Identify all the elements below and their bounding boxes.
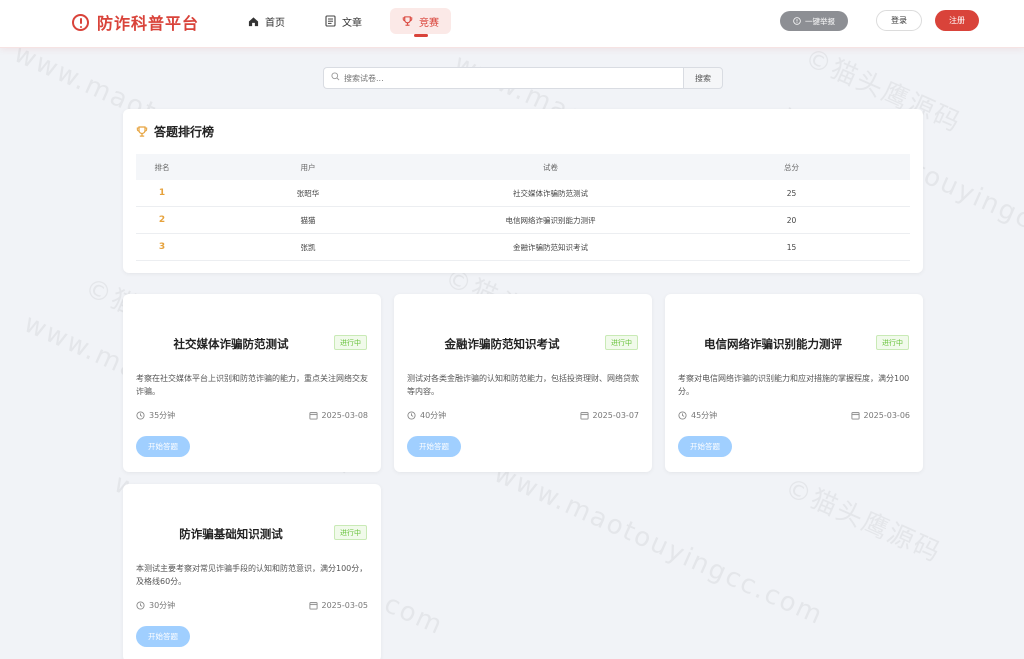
paper-cell: 金融诈骗防范知识考试 xyxy=(513,242,588,252)
quiz-card: 社交媒体诈骗防范测试 进行中 考察在社交媒体平台上识别和防范诈骗的能力，重点关注… xyxy=(123,294,381,472)
status-badge: 进行中 xyxy=(334,335,367,350)
site-logo[interactable]: 防诈科普平台 xyxy=(72,10,199,34)
quick-report-label: 一键举报 xyxy=(805,16,835,26)
calendar-icon xyxy=(579,411,589,420)
quick-report-button[interactable]: 一键举报 xyxy=(780,11,848,31)
quiz-card: 防诈骗基础知识测试 进行中 本测试主要考察对常见诈骗手段的认知和防范意识，满分1… xyxy=(123,484,381,659)
start-quiz-button[interactable]: 开始答题 xyxy=(136,436,190,457)
date: 2025-03-06 xyxy=(850,410,911,421)
rank-cell: 3 xyxy=(158,242,166,252)
duration-text: 40分钟 xyxy=(420,411,447,420)
nav-item-competition[interactable]: 竞赛 xyxy=(390,8,451,37)
login-button[interactable]: 登录 xyxy=(876,10,922,31)
date-text: 2025-03-08 xyxy=(321,411,369,420)
quiz-title: 防诈骗基础知识测试 xyxy=(179,527,283,541)
leaderboard-panel: 答题排行榜 排名 用户 试卷 总分 1 张昭华 社交媒体诈骗防范测试 25 2 … xyxy=(123,109,923,273)
date-text: 2025-03-07 xyxy=(592,411,640,420)
quiz-meta: 30分钟 2025-03-05 xyxy=(136,600,368,611)
search-field-wrap xyxy=(323,67,683,89)
column-header-rank: 排名 xyxy=(154,162,170,172)
date: 2025-03-05 xyxy=(308,600,369,611)
start-quiz-button[interactable]: 开始答题 xyxy=(678,436,732,457)
quiz-meta: 40分钟 2025-03-07 xyxy=(407,410,639,421)
table-row: 3 张凯 金融诈骗防范知识考试 15 xyxy=(136,234,910,261)
register-button[interactable]: 注册 xyxy=(935,10,979,31)
user-cell: 张昭华 xyxy=(296,188,320,198)
duration: 45分钟 xyxy=(678,410,717,421)
date-text: 2025-03-05 xyxy=(321,601,369,610)
quiz-description: 考察对电信网络诈骗的识别能力和应对措施的掌握程度，满分100分。 xyxy=(678,374,910,396)
quiz-card: 电信网络诈骗识别能力测评 进行中 考察对电信网络诈骗的识别能力和应对措施的掌握程… xyxy=(665,294,923,472)
quiz-meta: 35分钟 2025-03-08 xyxy=(136,410,368,421)
user-cell: 猫猫 xyxy=(300,215,316,225)
calendar-icon xyxy=(308,411,318,420)
paper-cell: 社交媒体诈骗防范测试 xyxy=(513,188,588,198)
trophy-icon xyxy=(136,125,148,138)
status-badge: 进行中 xyxy=(605,335,638,350)
quiz-title: 金融诈骗防范知识考试 xyxy=(444,337,560,351)
trophy-icon xyxy=(402,15,413,27)
search-bar: 搜索 xyxy=(323,67,723,89)
rank-cell: 1 xyxy=(158,188,166,198)
quiz-description: 考察在社交媒体平台上识别和防范诈骗的能力，重点关注网络交友诈骗。 xyxy=(136,374,368,396)
search-input[interactable] xyxy=(344,73,644,83)
duration: 40分钟 xyxy=(407,410,446,421)
user-cell: 张凯 xyxy=(300,242,316,252)
clock-icon xyxy=(678,411,687,420)
paper-cell: 电信网络诈骗识别能力测评 xyxy=(505,215,596,225)
table-row: 2 猫猫 电信网络诈骗识别能力测评 20 xyxy=(136,207,910,234)
site-name: 防诈科普平台 xyxy=(97,14,200,33)
quiz-description: 测试对各类金融诈骗的认知和防范能力，包括投资理财、网络贷款等内容。 xyxy=(407,374,639,396)
quiz-card: 金融诈骗防范知识考试 进行中 测试对各类金融诈骗的认知和防范能力，包括投资理财、… xyxy=(394,294,652,472)
leaderboard-table: 排名 用户 试卷 总分 1 张昭华 社交媒体诈骗防范测试 25 2 猫猫 电信网… xyxy=(136,154,910,261)
column-header-score: 总分 xyxy=(784,162,799,172)
date-text: 2025-03-06 xyxy=(863,411,911,420)
column-header-user: 用户 xyxy=(300,162,316,172)
date: 2025-03-07 xyxy=(579,410,640,421)
status-badge: 进行中 xyxy=(876,335,909,350)
search-icon xyxy=(331,72,340,84)
duration-text: 35分钟 xyxy=(149,411,176,420)
duration: 35分钟 xyxy=(136,410,175,421)
info-circle-icon xyxy=(793,17,801,25)
date: 2025-03-08 xyxy=(308,410,369,421)
search-button[interactable]: 搜索 xyxy=(683,67,723,89)
nav-label: 竞赛 xyxy=(419,17,439,29)
quiz-meta: 45分钟 2025-03-06 xyxy=(678,410,910,421)
clock-icon xyxy=(407,411,416,420)
rank-cell: 2 xyxy=(158,215,166,225)
quiz-title: 电信网络诈骗识别能力测评 xyxy=(704,337,842,351)
home-icon xyxy=(248,16,259,27)
top-header: 防诈科普平台 首页 文章 竞赛 一键举报 登录 注册 xyxy=(0,0,1024,48)
leaderboard-title: 答题排行榜 xyxy=(136,123,214,140)
nav-label: 文章 xyxy=(342,17,362,29)
nav-item-home[interactable]: 首页 xyxy=(236,8,297,34)
nav-item-articles[interactable]: 文章 xyxy=(313,8,374,34)
table-header: 排名 用户 试卷 总分 xyxy=(136,154,910,180)
nav-label: 首页 xyxy=(265,17,285,29)
leaderboard-title-text: 答题排行榜 xyxy=(154,125,215,139)
table-row: 1 张昭华 社交媒体诈骗防范测试 25 xyxy=(136,180,910,207)
alert-circle-icon xyxy=(72,13,89,31)
start-quiz-button[interactable]: 开始答题 xyxy=(136,626,190,647)
duration-text: 45分钟 xyxy=(691,411,718,420)
quiz-description: 本测试主要考察对常见诈骗手段的认知和防范意识，满分100分，及格线60分。 xyxy=(136,564,368,586)
calendar-icon xyxy=(850,411,860,420)
start-quiz-button[interactable]: 开始答题 xyxy=(407,436,461,457)
score-cell: 20 xyxy=(786,215,797,225)
main-nav: 首页 文章 竞赛 xyxy=(236,8,467,37)
column-header-paper: 试卷 xyxy=(543,162,558,172)
quiz-title: 社交媒体诈骗防范测试 xyxy=(173,337,289,351)
status-badge: 进行中 xyxy=(334,525,367,540)
watermark-brand: ©猫头鹰源码 xyxy=(780,472,946,569)
duration-text: 30分钟 xyxy=(149,601,176,610)
watermark-url: www.maotouyingcc.com xyxy=(489,458,829,632)
document-icon xyxy=(325,15,336,27)
score-cell: 25 xyxy=(786,188,797,198)
clock-icon xyxy=(136,601,145,610)
calendar-icon xyxy=(308,601,318,610)
duration: 30分钟 xyxy=(136,600,175,611)
clock-icon xyxy=(136,411,145,420)
score-cell: 15 xyxy=(786,242,797,252)
